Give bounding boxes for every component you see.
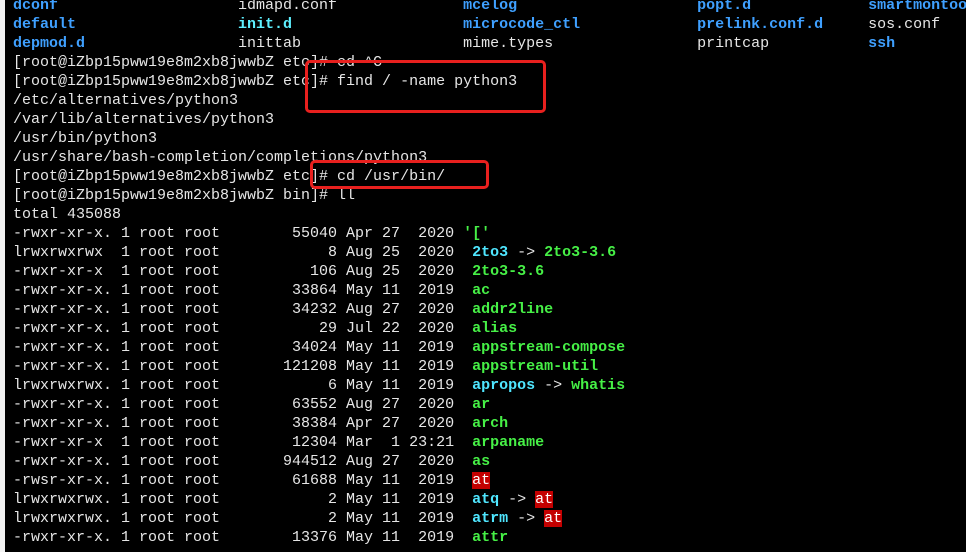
file-name: appstream-util [472,358,599,375]
file-entry: idmapd.conf [238,0,338,14]
file-metadata: -rwxr-xr-x. 1 root root 29 Jul 22 2020 [13,320,473,337]
file-metadata: -rwxr-xr-x. 1 root root 38384 Apr 27 202… [13,415,473,432]
listing-row: -rwsr-xr-x. 1 root root 61688 May 11 201… [13,471,966,490]
annotation-box-find-command [305,60,546,113]
file-name: addr2line [472,301,554,318]
file-metadata: -rwxr-xr-x. 1 root root 13376 May 11 201… [13,529,473,546]
file-metadata: -rwsr-xr-x. 1 root root 61688 May 11 201… [13,472,473,489]
file-entry: depmod.d [13,35,86,52]
symlink-arrow: -> [508,510,545,527]
file-name: atrm [472,510,509,527]
file-name: ac [472,282,491,299]
listing-row: lrwxrwxrwx. 1 root root 6 May 11 2019 ap… [13,376,966,395]
listing-row: -rwxr-xr-x 1 root root 12304 Mar 1 23:21… [13,433,966,452]
file-metadata: -rwxr-xr-x. 1 root root 34232 Aug 27 202… [13,301,473,318]
listing-row: -rwxr-xr-x. 1 root root 34232 Aug 27 202… [13,300,966,319]
listing-row: -rwxr-xr-x. 1 root root 55040 Apr 27 202… [13,224,966,243]
symlink-arrow: -> [499,491,536,508]
ls-row: depmod.d inittab mime.types printcap ssh [13,34,966,53]
listing-row: lrwxrwxrwx 1 root root 8 Aug 25 2020 2to… [13,243,966,262]
listing-row: lrwxrwxrwx. 1 root root 2 May 11 2019 at… [13,509,966,528]
file-entry: microcode_ctl [463,16,581,33]
file-name: attr [472,529,509,546]
file-metadata: -rwxr-xr-x 1 root root 106 Aug 25 2020 [13,263,473,280]
file-entry: mcelog [463,0,518,14]
listing-row: lrwxrwxrwx. 1 root root 2 May 11 2019 at… [13,490,966,509]
session-line: /usr/share/bash-completion/completions/p… [13,149,428,166]
listing-row: -rwxr-xr-x. 1 root root 38384 Apr 27 202… [13,414,966,433]
file-name: 2to3 [472,244,509,261]
file-name: ar [472,396,491,413]
listing-row: -rwxr-xr-x. 1 root root 944512 Aug 27 20… [13,452,966,471]
file-name: arch [472,415,509,432]
file-metadata: -rwxr-xr-x. 1 root root 63552 Aug 27 202… [13,396,473,413]
file-entry: prelink.conf.d [697,16,824,33]
file-name: '[' [463,225,491,242]
file-entry: ssh [868,35,896,52]
symlink-target: at [535,491,554,508]
annotation-box-cd-command [310,160,489,189]
symlink-target: at [544,510,563,527]
file-entry: inittab [238,35,302,52]
file-entry: dconf [13,0,59,14]
file-name: 2to3-3.6 [472,263,545,280]
file-entry: mime.types [463,35,554,52]
symlink-target: whatis [571,377,626,394]
file-metadata: -rwxr-xr-x. 1 root root 55040 Apr 27 202… [13,225,464,242]
file-name: arpaname [472,434,545,451]
session-line: /usr/bin/python3 [13,130,158,147]
file-entry: smartmontoo [868,0,966,14]
session-line: [root@iZbp15pww19e8m2xb8jwwbZ etc]# cd /… [13,168,446,185]
file-metadata: lrwxrwxrwx. 1 root root 2 May 11 2019 [13,510,473,527]
symlink-arrow: -> [508,244,545,261]
listing-row: -rwxr-xr-x. 1 root root 121208 May 11 20… [13,357,966,376]
file-metadata: -rwxr-xr-x. 1 root root 944512 Aug 27 20… [13,453,473,470]
file-metadata: -rwxr-xr-x. 1 root root 33864 May 11 201… [13,282,473,299]
listing-row: -rwxr-xr-x. 1 root root 13376 May 11 201… [13,528,966,547]
file-name: at [472,472,491,489]
file-metadata: -rwxr-xr-x. 1 root root 34024 May 11 201… [13,339,473,356]
file-name: atq [472,491,500,508]
file-metadata: -rwxr-xr-x 1 root root 12304 Mar 1 23:21 [13,434,473,451]
symlink-arrow: -> [535,377,572,394]
file-name: appstream-compose [472,339,626,356]
listing-row: -rwxr-xr-x. 1 root root 29 Jul 22 2020 a… [13,319,966,338]
file-name: as [472,453,491,470]
file-entry: printcap [697,35,770,52]
file-entry: sos.conf [868,16,941,33]
session-line: [root@iZbp15pww19e8m2xb8jwwbZ bin]# ll [13,187,356,204]
ls-row: default init.d microcode_ctl prelink.conf.d… [13,15,966,34]
listing-row: -rwxr-xr-x 1 root root 106 Aug 25 2020 2… [13,262,966,281]
session-line: total 435088 [13,206,122,223]
listing-row: -rwxr-xr-x. 1 root root 63552 Aug 27 202… [13,395,966,414]
listing-row: -rwxr-xr-x. 1 root root 34024 May 11 201… [13,338,966,357]
ls-row: dconf idmapd.conf mcelog popt.d smartmontoo [13,0,966,15]
file-name: alias [472,320,518,337]
symlink-target: 2to3-3.6 [544,244,617,261]
file-metadata: lrwxrwxrwx. 1 root root 2 May 11 2019 [13,491,473,508]
terminal-window[interactable]: dconf idmapd.conf mcelog popt.d smartmontoo d… [5,0,966,552]
file-metadata: lrwxrwxrwx. 1 root root 6 May 11 2019 [13,377,473,394]
file-name: apropos [472,377,536,394]
file-metadata: -rwxr-xr-x. 1 root root 121208 May 11 20… [13,358,473,375]
file-entry: popt.d [697,0,752,14]
listing-row: -rwxr-xr-x. 1 root root 33864 May 11 201… [13,281,966,300]
file-entry: init.d [238,16,293,33]
file-metadata: lrwxrwxrwx 1 root root 8 Aug 25 2020 [13,244,473,261]
file-entry: default [13,16,77,33]
